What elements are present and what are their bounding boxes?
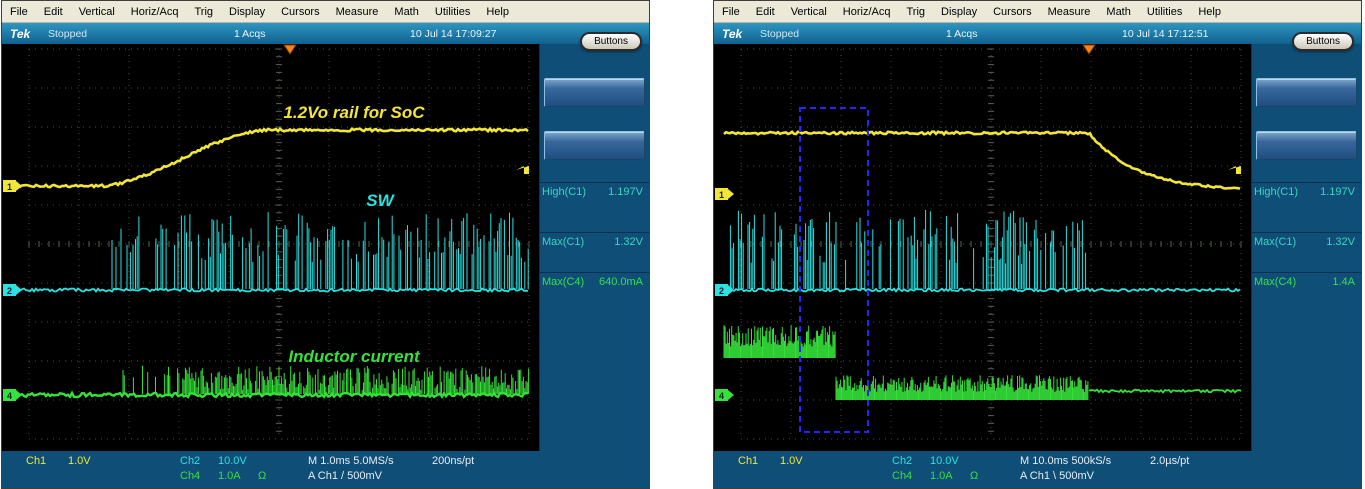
measurement-value: 1.197V — [1320, 186, 1355, 198]
menu-item-measure[interactable]: Measure — [328, 1, 387, 22]
acquisition-count: 1 Acqs — [946, 28, 978, 40]
readout-bar: Ch1 1.0V Ch2 10.0V M 10.0ms 500kS/s 2.0µ… — [714, 451, 1361, 488]
annotation-inductor-current: Inductor current — [288, 347, 421, 366]
ch2-scale: 10.0V — [930, 455, 959, 467]
ch4-coupling: Ω — [258, 470, 266, 482]
menu-item-display[interactable]: Display — [933, 1, 985, 22]
side-menu-button-2[interactable] — [544, 131, 645, 160]
measurement-max-c1: Max(C1) 1.32V — [1252, 232, 1361, 253]
ch4-scale: 1.0A — [930, 470, 953, 482]
menu-item-utilities[interactable]: Utilities — [427, 1, 478, 22]
menu-item-help[interactable]: Help — [478, 1, 517, 22]
measurement-value: 1.4A — [1332, 276, 1355, 288]
measurement-value: 1.197V — [608, 186, 643, 198]
timebase-readout: M 1.0ms 5.0MS/s — [308, 455, 394, 467]
menu-item-vertical[interactable]: Vertical — [71, 1, 123, 22]
menu-item-trig[interactable]: Trig — [898, 1, 933, 22]
svg-text:4: 4 — [7, 391, 12, 401]
menu-item-math[interactable]: Math — [386, 1, 426, 22]
menu-item-file[interactable]: File — [714, 1, 748, 22]
menu-item-help[interactable]: Help — [1190, 1, 1229, 22]
ch4-label[interactable]: Ch4 — [180, 470, 200, 482]
scope-main-area: 1 2 4 High(C1) 1.197V Max(C1) 1.32V Max(C4… — [714, 44, 1361, 451]
svg-text:2: 2 — [7, 286, 12, 296]
ch4-coupling: Ω — [970, 470, 978, 482]
ch1-scale: 1.0V — [780, 455, 803, 467]
side-menu-button-1[interactable] — [1256, 78, 1357, 107]
menu-item-measure[interactable]: Measure — [1040, 1, 1099, 22]
measurement-label: Max(C4) — [1254, 276, 1296, 288]
resolution-readout: 2.0µs/pt — [1150, 455, 1189, 467]
svg-text:1: 1 — [719, 190, 724, 200]
graticule-background — [2, 44, 539, 451]
oscilloscope-window-right: File Edit Vertical Horiz/Acq Trig Displa… — [713, 0, 1362, 489]
resolution-readout: 200ns/pt — [432, 455, 474, 467]
acquisition-state: Stopped — [760, 28, 799, 40]
status-bar: Tek Stopped 1 Acqs 10 Jul 14 17:12:51 — [714, 23, 1361, 44]
ch2-label[interactable]: Ch2 — [892, 455, 912, 467]
annotation-vout-rail: 1.2Vo rail for SoC — [283, 103, 425, 122]
datetime: 10 Jul 14 17:09:27 — [410, 28, 496, 40]
ch2-scale: 10.0V — [218, 455, 247, 467]
menu-item-math[interactable]: Math — [1098, 1, 1138, 22]
readout-bar: Ch1 1.0V Ch2 10.0V M 1.0ms 5.0MS/s 200ns… — [2, 451, 649, 488]
scope-main-area: 1241.2Vo rail for SoCSWInductor current … — [2, 44, 649, 451]
menu-item-display[interactable]: Display — [221, 1, 273, 22]
datetime: 10 Jul 14 17:12:51 — [1122, 28, 1208, 40]
status-bar: Tek Stopped 1 Acqs 10 Jul 14 17:09:27 — [2, 23, 649, 44]
measurement-label: Max(C1) — [542, 236, 584, 248]
trigger-readout: A Ch1 \ 500mV — [1020, 470, 1094, 482]
svg-text:4: 4 — [719, 391, 724, 401]
measurement-label: High(C1) — [542, 186, 586, 198]
side-panel: High(C1) 1.197V Max(C1) 1.32V Max(C4) 64… — [539, 44, 649, 451]
side-menu-button-1[interactable] — [544, 78, 645, 107]
oscilloscope-window-left: File Edit Vertical Horiz/Acq Trig Displa… — [1, 0, 650, 489]
menu-item-vertical[interactable]: Vertical — [783, 1, 835, 22]
waveform-display: 1 2 4 1.2Vo rail for SoC SW Inductor current — [2, 44, 539, 451]
measurement-value: 1.32V — [1326, 236, 1355, 248]
measurement-high-c1: High(C1) 1.197V — [540, 182, 649, 203]
menu-bar: File Edit Vertical Horiz/Acq Trig Displa… — [714, 1, 1361, 23]
measurement-value: 1.32V — [614, 236, 643, 248]
measurement-label: Max(C1) — [1254, 236, 1296, 248]
buttons-button[interactable]: Buttons — [580, 32, 642, 51]
timebase-readout: M 10.0ms 500kS/s — [1020, 455, 1111, 467]
menu-item-horiz-acq[interactable]: Horiz/Acq — [123, 1, 187, 22]
measurement-max-c4: Max(C4) 640.0mA — [540, 272, 649, 293]
ch1-label[interactable]: Ch1 — [26, 455, 46, 467]
measurement-max-c1: Max(C1) 1.32V — [540, 232, 649, 253]
buttons-button[interactable]: Buttons — [1292, 32, 1354, 51]
svg-text:1: 1 — [7, 182, 12, 192]
menu-item-cursors[interactable]: Cursors — [985, 1, 1040, 22]
ch2-label[interactable]: Ch2 — [180, 455, 200, 467]
acquisition-count: 1 Acqs — [234, 28, 266, 40]
measurement-max-c4: Max(C4) 1.4A — [1252, 272, 1361, 293]
measurement-high-c1: High(C1) 1.197V — [1252, 182, 1361, 203]
waveform-display: 1 2 4 — [714, 44, 1251, 451]
acquisition-state: Stopped — [48, 28, 87, 40]
menu-bar: File Edit Vertical Horiz/Acq Trig Displa… — [2, 1, 649, 23]
measurement-label: Max(C4) — [542, 276, 584, 288]
ch4-scale: 1.0A — [218, 470, 241, 482]
trigger-readout: A Ch1 / 500mV — [308, 470, 382, 482]
menu-item-cursors[interactable]: Cursors — [273, 1, 328, 22]
annotation-sw: SW — [366, 191, 395, 210]
ch1-label[interactable]: Ch1 — [738, 455, 758, 467]
menu-item-trig[interactable]: Trig — [186, 1, 221, 22]
menu-item-edit[interactable]: Edit — [748, 1, 783, 22]
measurement-value: 640.0mA — [599, 276, 643, 288]
tek-logo: Tek — [10, 27, 30, 41]
side-menu-button-2[interactable] — [1256, 131, 1357, 160]
menu-item-utilities[interactable]: Utilities — [1139, 1, 1190, 22]
tek-logo: Tek — [722, 27, 742, 41]
menu-item-edit[interactable]: Edit — [36, 1, 71, 22]
menu-item-file[interactable]: File — [2, 1, 36, 22]
ch1-scale: 1.0V — [68, 455, 91, 467]
page: File Edit Vertical Horiz/Acq Trig Displa… — [0, 0, 1365, 489]
ch4-label[interactable]: Ch4 — [892, 470, 912, 482]
side-panel: High(C1) 1.197V Max(C1) 1.32V Max(C4) 1.… — [1251, 44, 1361, 451]
svg-text:2: 2 — [719, 286, 724, 296]
measurement-label: High(C1) — [1254, 186, 1298, 198]
menu-item-horiz-acq[interactable]: Horiz/Acq — [835, 1, 899, 22]
